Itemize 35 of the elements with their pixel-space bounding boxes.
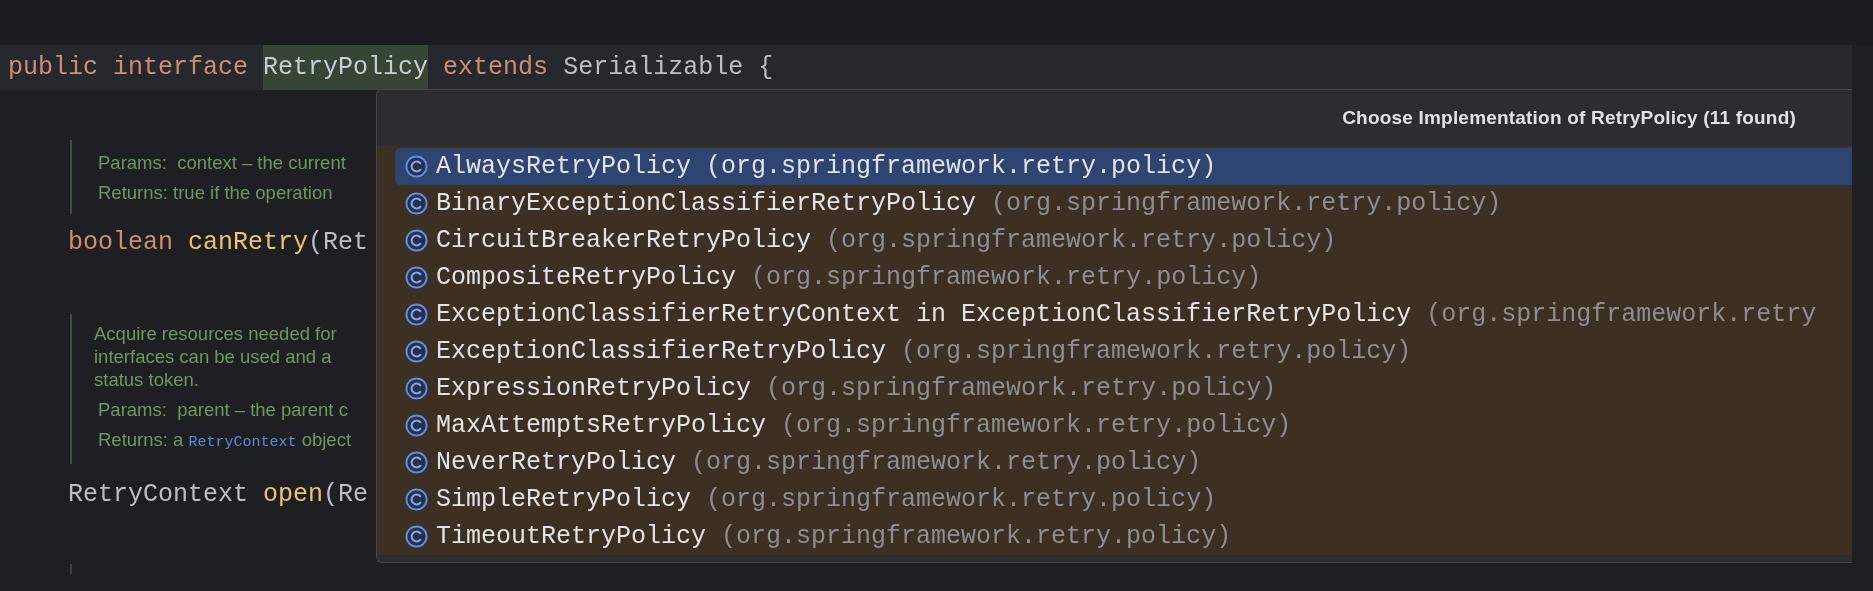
- class-icon: [405, 303, 428, 326]
- code-line: boolean canRetry(Ret: [68, 227, 369, 257]
- class-icon: [405, 377, 428, 400]
- doc-tag-text: Params: parent – the parent c: [97, 398, 348, 422]
- implementation-item[interactable]: ExceptionClassifierRetryPolicy (org.springframework.retry.policy): [395, 333, 1852, 370]
- popup-title: Choose Implementation of RetryPolicy (11 found): [1342, 107, 1796, 129]
- implementation-item[interactable]: ExceptionClassifierRetryContext in ExceptionClassifierRetryPolicy (org.springframework.retry: [395, 296, 1852, 333]
- implementation-item[interactable]: CompositeRetryPolicy (org.springframework.retry.policy): [395, 259, 1852, 296]
- class-icon: [405, 192, 428, 215]
- implementation-item[interactable]: MaxAttemptsRetryPolicy (org.springframework.retry.policy): [395, 407, 1852, 444]
- implementation-item[interactable]: ExpressionRetryPolicy (org.springframework.retry.policy): [395, 370, 1852, 407]
- implementation-item[interactable]: NeverRetryPolicy (org.springframework.retry.policy): [395, 444, 1852, 481]
- class-icon: [405, 266, 428, 289]
- implementation-item[interactable]: BinaryExceptionClassifierRetryPolicy (org.springframework.retry.policy): [395, 185, 1852, 222]
- doc-link[interactable]: RetryContext: [188, 434, 297, 451]
- implementation-item[interactable]: CircuitBreakerRetryPolicy (org.springframework.retry.policy): [395, 222, 1852, 259]
- code-line: public interface RetryPolicy extends Serializable {: [8, 45, 774, 90]
- implementation-item[interactable]: SimpleRetryPolicy (org.springframework.retry.policy): [395, 481, 1852, 518]
- symbol-highlight: RetryPolicy: [263, 45, 429, 90]
- doc-tag-text: Returns: true if the operation: [97, 181, 333, 205]
- class-icon: [405, 451, 428, 474]
- class-icon: [405, 414, 428, 437]
- implementation-item[interactable]: AlwaysRetryPolicy (org.springframework.retry.policy): [395, 148, 1852, 185]
- class-icon: [405, 340, 428, 363]
- class-icon: [405, 155, 428, 178]
- code-line: RetryContext open(Re: [68, 479, 369, 509]
- class-icon: [405, 525, 428, 548]
- class-icon: [405, 229, 428, 252]
- doc-text: interfaces can be used and a: [94, 345, 332, 368]
- implementation-item[interactable]: TimeoutRetryPolicy (org.springframework.retry.policy): [395, 518, 1852, 555]
- class-icon: [405, 488, 428, 511]
- doc-tag-text: Returns: a RetryContext object: [97, 428, 352, 453]
- doc-tag-text: Params: context – the current: [97, 151, 346, 175]
- doc-text: Acquire resources needed for: [94, 322, 337, 345]
- doc-text: status token.: [94, 368, 199, 391]
